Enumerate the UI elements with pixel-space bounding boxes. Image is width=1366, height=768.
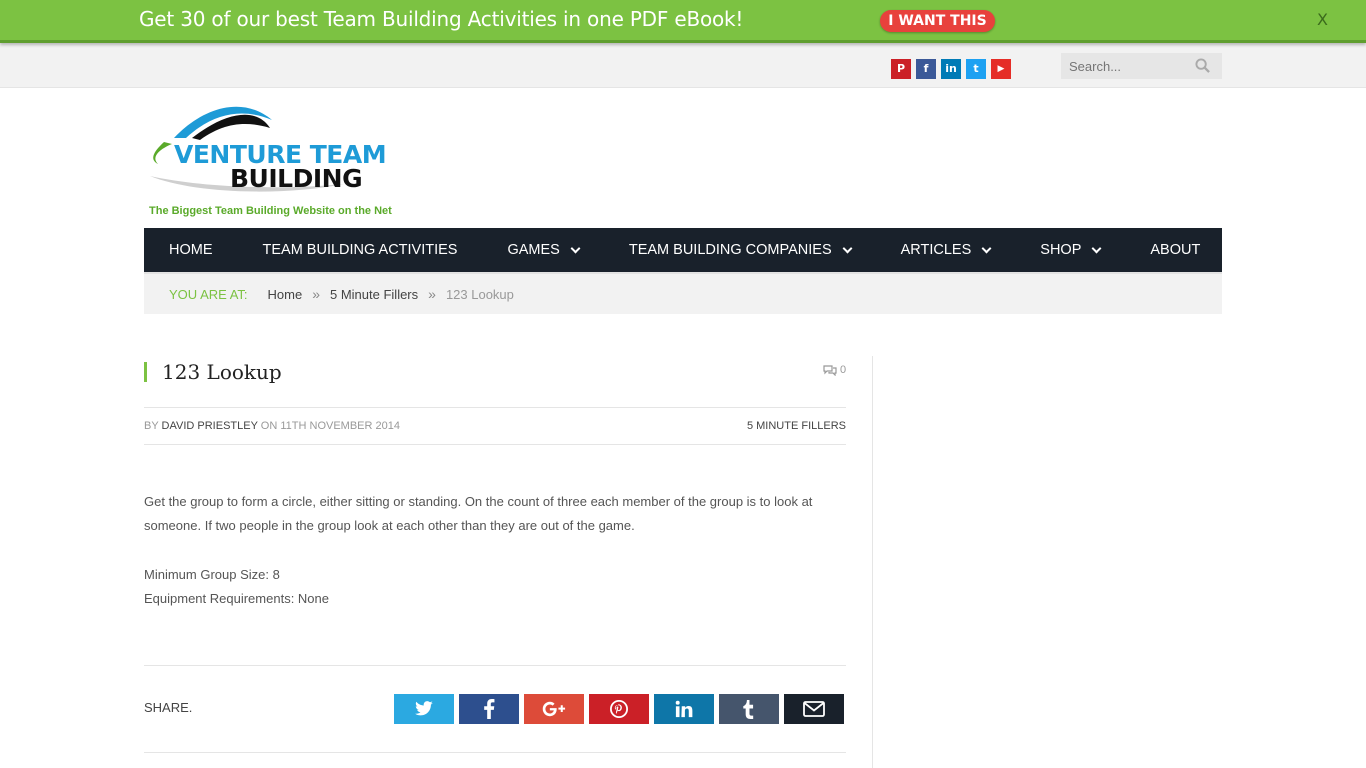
facebook-icon	[484, 699, 495, 719]
nav-item-games[interactable]: GAMES	[482, 228, 603, 272]
share-linkedin-button[interactable]	[654, 694, 714, 724]
comment-count: 0	[840, 364, 847, 376]
share-facebook-button[interactable]	[459, 694, 519, 724]
search-input[interactable]	[1061, 53, 1191, 79]
sidebar-divider	[872, 356, 873, 768]
google-plus-icon	[542, 701, 566, 717]
top-bar: P f in t ▶	[0, 43, 1366, 88]
title-accent	[144, 362, 147, 382]
breadcrumb-home[interactable]: Home	[268, 287, 303, 302]
nav-item-articles[interactable]: ARTICLES	[876, 228, 1016, 272]
nav-item-about[interactable]: ABOUT	[1125, 228, 1225, 272]
breadcrumb-separator: »	[428, 286, 436, 302]
chevron-down-icon	[842, 243, 853, 253]
share-twitter-button[interactable]	[394, 694, 454, 724]
nav-label: ARTICLES	[900, 242, 972, 258]
breadcrumb: YOU ARE AT: Home » 5 Minute Fillers » 12…	[144, 272, 1222, 314]
share-label: SHARE.	[144, 700, 193, 715]
logo-tagline: The Biggest Team Building Website on the…	[149, 205, 392, 217]
chevron-down-icon	[570, 243, 581, 253]
breadcrumb-category[interactable]: 5 Minute Fillers	[330, 287, 418, 302]
social-links: P f in t ▶	[891, 59, 1011, 79]
divider	[144, 665, 846, 666]
category-link[interactable]: 5 MINUTE FILLERS	[747, 420, 846, 432]
meta-on: ON	[260, 420, 278, 432]
search-box	[1061, 53, 1222, 79]
nav-label: HOME	[169, 242, 213, 258]
chevron-down-icon	[1091, 243, 1102, 253]
chevron-down-icon	[981, 243, 992, 253]
min-group-size: Minimum Group Size: 8	[144, 567, 280, 582]
pinterest-icon	[610, 700, 628, 718]
page-title: 123 Lookup	[162, 360, 282, 384]
author-link[interactable]: DAVID PRIESTLEY	[162, 420, 258, 432]
nav-label: TEAM BUILDING COMPANIES	[628, 242, 832, 258]
share-email-button[interactable]	[784, 694, 844, 724]
promo-close-button[interactable]: X	[1317, 10, 1328, 29]
twitter-icon[interactable]: t	[966, 59, 986, 79]
equipment-requirements: Equipment Requirements: None	[144, 591, 329, 606]
breadcrumb-current: 123 Lookup	[445, 286, 514, 302]
linkedin-icon[interactable]: in	[941, 59, 961, 79]
divider	[144, 752, 846, 753]
share-tumblr-button[interactable]	[719, 694, 779, 724]
share-google-plus-button[interactable]	[524, 694, 584, 724]
meta-by: BY	[144, 420, 159, 432]
logo-line-2: BUILDING	[230, 164, 363, 193]
breadcrumb-separator: »	[312, 286, 320, 302]
comments-link[interactable]: 0	[823, 364, 846, 376]
nav-item-team-building-companies[interactable]: TEAM BUILDING COMPANIES	[604, 228, 876, 272]
breadcrumb-prefix: YOU ARE AT:	[169, 286, 248, 302]
promo-bar: Get 30 of our best Team Building Activit…	[0, 0, 1366, 43]
post-meta: BY DAVID PRIESTLEY ON 11TH NOVEMBER 2014	[144, 420, 400, 432]
search-icon[interactable]	[1195, 58, 1210, 73]
nav-label: GAMES	[507, 242, 560, 258]
email-icon	[803, 701, 825, 717]
site-logo[interactable]: VENTURE TEAM BUILDING The Biggest Team B…	[144, 98, 394, 220]
divider	[144, 407, 846, 408]
want-this-button[interactable]: I WANT THIS	[880, 10, 995, 32]
share-pinterest-button[interactable]	[589, 694, 649, 724]
article-paragraph: Get the group to form a circle, either s…	[144, 494, 813, 533]
share-buttons	[394, 694, 844, 724]
nav-label: ABOUT	[1150, 242, 1201, 258]
twitter-icon	[415, 701, 433, 716]
nav-label: TEAM BUILDING ACTIVITIES	[262, 242, 458, 258]
pinterest-icon[interactable]: P	[891, 59, 911, 79]
promo-text: Get 30 of our best Team Building Activit…	[139, 7, 744, 31]
main-nav: HOME TEAM BUILDING ACTIVITIES GAMES TEAM…	[144, 228, 1222, 272]
linkedin-icon	[675, 700, 693, 718]
nav-label: SHOP	[1040, 242, 1082, 258]
nav-item-home[interactable]: HOME	[144, 228, 238, 272]
post-date: 11TH NOVEMBER 2014	[280, 420, 400, 432]
youtube-icon[interactable]: ▶	[991, 59, 1011, 79]
tumblr-icon	[743, 699, 754, 719]
facebook-icon[interactable]: f	[916, 59, 936, 79]
comments-icon	[823, 364, 837, 376]
nav-item-shop[interactable]: SHOP	[1015, 228, 1125, 272]
nav-item-team-building-activities[interactable]: TEAM BUILDING ACTIVITIES	[238, 228, 483, 272]
divider	[144, 444, 846, 445]
